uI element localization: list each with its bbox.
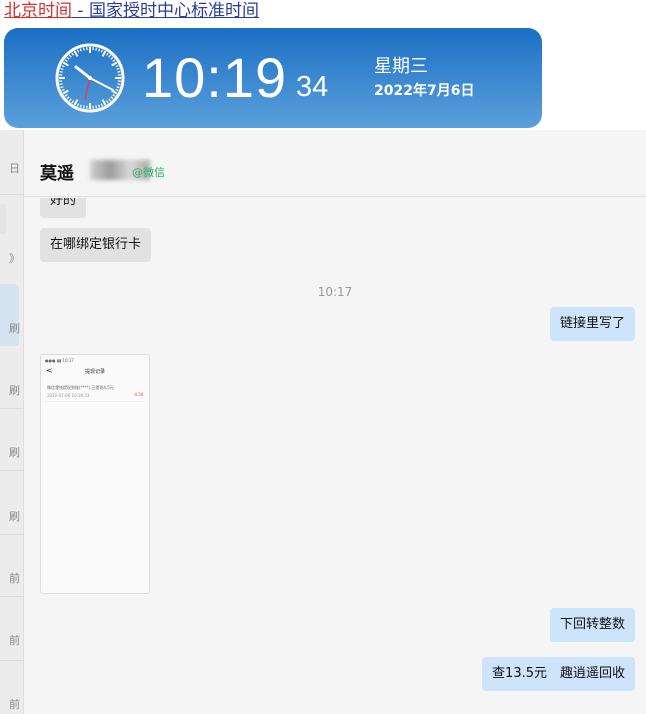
conversation-list-strip: 日 》 刷 刷 刷 刷 前 前 前 [0, 130, 24, 714]
clock-tick [100, 49, 104, 53]
clock-tick [66, 56, 70, 60]
clock-tick [110, 96, 114, 100]
clock-tick [59, 83, 63, 86]
clock-tick [68, 54, 72, 58]
wechat-source-tag: @微信 [132, 166, 165, 179]
clock-tick [116, 67, 120, 70]
strip-item[interactable]: 刷 [0, 444, 20, 460]
clock-tick [111, 89, 118, 95]
strip-item[interactable]: 前 [0, 696, 20, 712]
strip-item[interactable]: 前 [0, 632, 20, 648]
clock-tick [95, 105, 98, 109]
strip-item[interactable]: 刷 [0, 382, 20, 398]
clock-tick [98, 104, 101, 108]
clock-tick [82, 105, 85, 109]
clock-tick [117, 83, 121, 86]
clock-time: 10:19 [142, 46, 288, 109]
clock-tick [116, 86, 120, 89]
clock-tick [98, 48, 101, 52]
image-status-bar: ●●● ▮▮ 10:17 [45, 358, 74, 363]
strip-item[interactable]: 前 [0, 570, 20, 586]
clock-weekday: 星期三 [374, 56, 428, 77]
clock-tick [101, 99, 107, 106]
clock-tick [66, 96, 70, 100]
clock-tick [62, 61, 69, 67]
strip-block [0, 204, 6, 234]
message-bubble-outgoing[interactable]: 链接里写了 [549, 307, 635, 341]
clock-tick [60, 67, 64, 70]
strip-active-item[interactable] [0, 284, 19, 346]
image-record-amount: -4.50 [133, 392, 144, 397]
message-area[interactable]: 好的 在哪绑定银行卡 10:17 链接里写了 ●●● ▮▮ 10:17 < 提现… [24, 198, 646, 714]
message-bubble-incoming[interactable]: 在哪绑定银行卡 [40, 228, 152, 262]
ntsc-link[interactable]: - 国家授时中心标准时间 [72, 1, 259, 21]
analog-clock-icon [55, 43, 125, 113]
clock-tick [71, 100, 75, 104]
message-bubble-outgoing[interactable]: 查13.5元 趣逍遥回收 [482, 657, 635, 691]
clock-tick [100, 103, 104, 107]
clock-tick [64, 59, 68, 63]
strip-item[interactable]: 日 [0, 160, 20, 176]
clock-tick [111, 61, 118, 67]
clock-tick [61, 88, 65, 92]
message-timestamp: 10:17 [317, 285, 353, 299]
clock-tick [105, 100, 109, 104]
message-bubble-incoming[interactable]: 好的 [40, 198, 87, 218]
clock-tick [108, 98, 112, 102]
strip-divider [0, 408, 24, 409]
strip-divider [0, 596, 24, 597]
clock-tick [76, 103, 80, 107]
clock-tick [101, 50, 107, 57]
image-divider [45, 401, 145, 402]
clock-tick [71, 52, 75, 56]
clock-tick [105, 52, 109, 56]
strip-divider [0, 660, 24, 661]
page-heading-link[interactable]: 北京时间 - 国家授时中心标准时间 [4, 0, 259, 22]
clock-tick [64, 93, 68, 97]
clock-tick [112, 59, 116, 63]
strip-divider [0, 534, 24, 535]
chat-header: 莫遥 @微信 [24, 130, 646, 197]
clock-tick [60, 86, 64, 89]
beijing-time-link[interactable]: 北京时间 [4, 1, 72, 21]
clock-date: 2022年7月6日 [374, 83, 475, 99]
clock-tick [108, 54, 112, 58]
clock-tick [62, 89, 69, 95]
image-title: 提现记录 [84, 369, 105, 375]
clock-banner: 10:19 34 星期三 2022年7月6日 [4, 28, 542, 128]
clock-tick [110, 56, 114, 60]
clock-tick [115, 88, 119, 92]
clock-tick [95, 47, 98, 51]
strip-item[interactable]: 》 [0, 250, 20, 266]
chat-window: 日 》 刷 刷 刷 刷 前 前 前 莫遥 @微信 好的 在哪绑定银行卡 10:1… [0, 130, 646, 714]
clock-seconds: 34 [296, 71, 329, 103]
clock-tick [73, 99, 79, 106]
clock-tick [112, 93, 116, 97]
strip-item[interactable]: 刷 [0, 320, 20, 336]
strip-divider [0, 470, 24, 471]
message-bubble-outgoing[interactable]: 下回转整数 [549, 608, 635, 642]
strip-divider [0, 194, 24, 195]
clock-tick [61, 64, 65, 68]
strip-item[interactable]: 刷 [0, 508, 20, 524]
clock-tick [76, 49, 80, 53]
clock-tick [59, 70, 63, 73]
clock-tick [82, 47, 85, 51]
image-record-date: 2022-07-06 10:16:33 [47, 393, 90, 398]
clock-tick [79, 48, 82, 52]
clock-tick [115, 64, 119, 68]
image-record-text: 微信零钱提现到账(****) 已提现4.5元 [47, 385, 114, 390]
contact-name: 莫遥 [40, 164, 74, 184]
clock-tick [68, 98, 72, 102]
image-message[interactable]: ●●● ▮▮ 10:17 < 提现记录 微信零钱提现到账(****) 已提现4.… [40, 354, 150, 594]
clock-tick [73, 50, 79, 57]
clock-tick [117, 70, 121, 73]
clock-tick [79, 104, 82, 108]
